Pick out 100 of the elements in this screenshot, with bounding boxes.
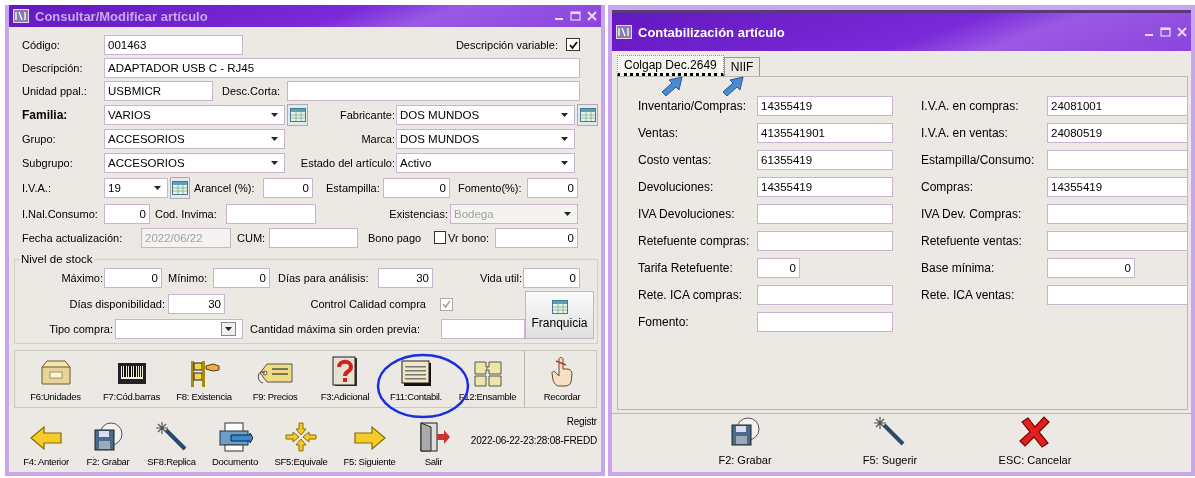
field-label: Fabricante: [338, 108, 395, 121]
dropdown[interactable]: VARIOS [104, 104, 285, 125]
arrow-left-icon [28, 423, 64, 453]
account-field[interactable] [1047, 203, 1188, 224]
number-field[interactable]: 0 [383, 177, 450, 198]
account-field[interactable]: 24080519 [1047, 122, 1188, 143]
franquicia-button[interactable]: Franquicia [525, 291, 594, 339]
dropdown[interactable]: DOS MUNDOS [396, 129, 575, 149]
toolbar-button[interactable]: F6:Unidades [15, 351, 96, 407]
account-field[interactable] [757, 230, 893, 251]
toolbar-button[interactable]: F3:Adicional [309, 351, 381, 407]
account-field[interactable] [1047, 230, 1188, 251]
floppy-disk-icon [91, 421, 125, 453]
account-field[interactable]: 4135541901 [757, 122, 893, 143]
number-field[interactable]: 0 [757, 257, 800, 278]
field-label: Inventario/Compras: [638, 98, 748, 113]
account-field[interactable]: 14355419 [757, 176, 893, 197]
field-label: Descripción: [22, 61, 84, 74]
field-label: Arancel (%): [194, 181, 256, 194]
account-field[interactable]: 14355419 [1047, 176, 1188, 197]
text-field[interactable] [269, 227, 358, 248]
table-icon [579, 107, 596, 122]
checkbox[interactable] [434, 231, 446, 244]
text-field[interactable]: USBMICR [104, 80, 213, 101]
number-field[interactable]: 0 [263, 177, 313, 198]
field-label: Código: [22, 38, 61, 51]
arrow-right-icon [351, 423, 388, 453]
toolbar-button[interactable]: F4: Anterior [14, 410, 78, 472]
field-label: IVA Dev. Compras: [921, 206, 1023, 221]
toolbar-button[interactable]: SF5:Equivale [265, 410, 337, 472]
tab[interactable]: NIIF [723, 57, 761, 76]
text-field[interactable] [226, 203, 316, 224]
toolbar-button[interactable]: F9: Precios [241, 351, 309, 407]
field-label: Descripción variable: [454, 38, 558, 51]
field-label: I.V.A. en ventas: [921, 125, 1009, 140]
number-field[interactable]: 0 [495, 227, 578, 248]
number-field[interactable]: 0 [527, 177, 578, 198]
field-label: Mínimo: [168, 272, 209, 284]
account-field[interactable] [757, 284, 893, 305]
dropdown[interactable] [115, 319, 243, 339]
tab[interactable]: Colgap Dec.2649 [617, 55, 724, 76]
checkbox[interactable] [566, 38, 580, 51]
field-label: Vr bono: [448, 231, 491, 244]
close-icon[interactable] [1177, 27, 1187, 37]
record-info: Registr [566, 416, 597, 427]
toolbar-button[interactable]: Recordar [525, 351, 599, 407]
close-icon[interactable] [587, 11, 597, 21]
account-field[interactable] [1047, 284, 1188, 305]
field-label: Familia: [22, 107, 69, 122]
account-field[interactable] [1047, 149, 1188, 170]
account-field[interactable]: 14355419 [757, 95, 893, 116]
lookup-button[interactable] [577, 103, 598, 126]
maximize-icon[interactable] [1160, 27, 1171, 37]
account-field[interactable] [757, 311, 893, 332]
caret-icon [564, 211, 571, 216]
toolbar-button[interactable]: F7:Cód.barras [96, 351, 167, 407]
number-field[interactable]: 30 [378, 268, 433, 288]
number-field[interactable]: 0 [104, 268, 162, 288]
lookup-button[interactable] [170, 176, 190, 199]
number-field[interactable]: 30 [168, 294, 225, 314]
field-label: I.V.A. en compras: [921, 98, 1020, 113]
caret-icon [271, 137, 278, 141]
toolbar-button[interactable]: Documento [205, 410, 265, 472]
action-button[interactable]: ESC: Cancelar [950, 414, 1120, 472]
account-field[interactable]: 24081001 [1047, 95, 1188, 116]
number-field[interactable]: 0 [523, 268, 580, 288]
text-field[interactable]: 001463 [104, 34, 243, 55]
account-field[interactable] [757, 203, 893, 224]
toolbar-button[interactable]: F8: Existencia [167, 351, 241, 407]
action-button[interactable]: F5: Sugerir [830, 414, 950, 472]
number-field[interactable]: 0 [213, 268, 270, 288]
action-button[interactable]: F2: Grabar [660, 414, 830, 472]
app-icon [616, 25, 632, 39]
toolbar-button[interactable]: Salir [402, 410, 465, 472]
dropdown[interactable]: DOS MUNDOS [396, 104, 575, 125]
text-field[interactable] [441, 319, 525, 339]
text-field[interactable] [287, 80, 580, 101]
account-field[interactable]: 61355419 [757, 149, 893, 170]
dropdown[interactable]: 19 [104, 177, 168, 198]
app-icon [13, 9, 29, 23]
maximize-icon[interactable] [570, 11, 581, 21]
field-label: Estampilla: [326, 181, 381, 194]
dropdown[interactable]: ACCESORIOS [104, 129, 285, 149]
caret-icon [271, 112, 278, 117]
field-label: Devoluciones: [638, 179, 715, 194]
annotation-arrow [721, 76, 745, 98]
toolbar-button[interactable]: SF8:Replica [138, 410, 205, 472]
toolbar-button[interactable]: F5: Siguiente [337, 410, 402, 472]
floppy-disk-icon [728, 416, 762, 448]
group-title: Nivel de stock [20, 253, 94, 265]
field-label: Cod. Invima: [155, 207, 218, 220]
field-label: I.Nal.Consumo: [22, 207, 99, 220]
dropdown[interactable]: Activo [396, 152, 575, 173]
text-field[interactable]: ADAPTADOR USB C - RJ45 [104, 57, 580, 78]
number-field[interactable]: 0 [104, 203, 150, 224]
field-label: Vida util: [479, 272, 522, 284]
dropdown[interactable]: ACCESORIOS [104, 152, 285, 173]
lookup-button[interactable] [287, 103, 308, 126]
number-field[interactable]: 0 [1047, 257, 1135, 278]
toolbar-button[interactable]: F2: Grabar [78, 410, 138, 472]
